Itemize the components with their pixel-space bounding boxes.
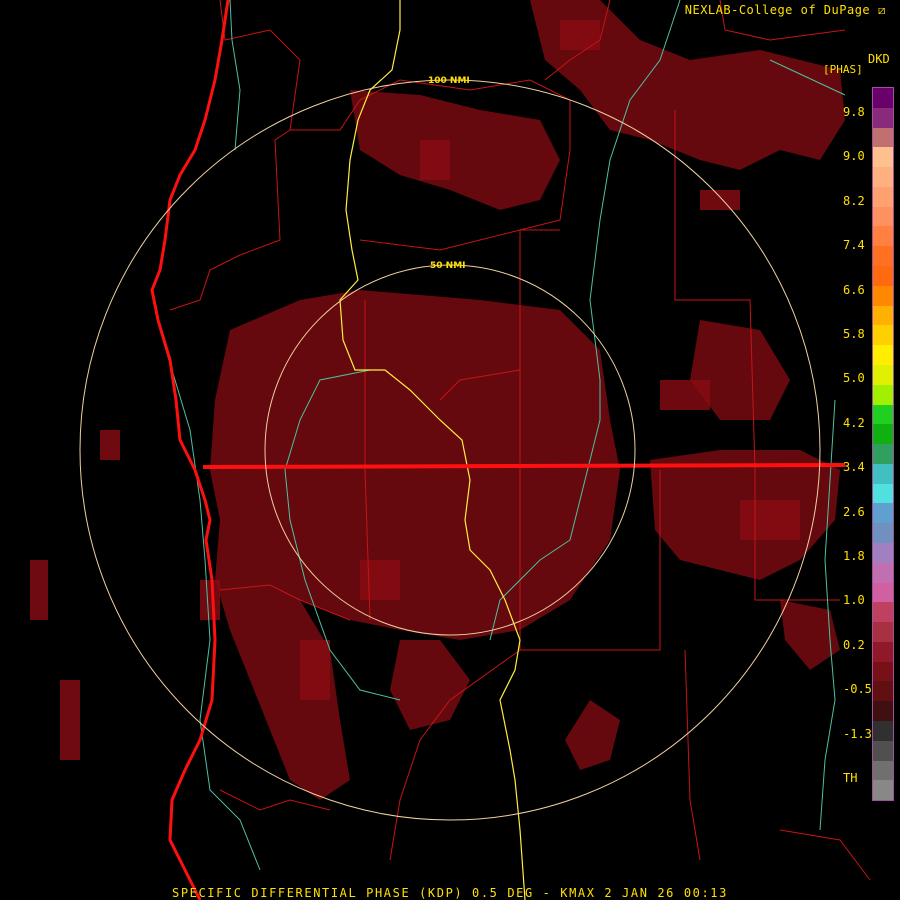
color-swatch — [873, 641, 893, 662]
color-scale-bar — [872, 87, 894, 801]
color-swatch — [873, 661, 893, 682]
sweep-artifact-line — [202, 463, 846, 469]
color-scale-tick-label: 5.8 — [843, 327, 865, 341]
color-scale-tick-label: -1.3 — [843, 726, 872, 741]
range-ring-50-label: 50 NMI — [430, 261, 466, 271]
color-swatch — [873, 463, 893, 484]
color-swatch — [873, 384, 893, 405]
radar-map: 50 NMI 100 NMI — [30, 0, 871, 900]
color-swatch — [873, 681, 893, 702]
color-swatch — [873, 88, 893, 108]
color-swatch — [873, 127, 893, 148]
color-swatch — [873, 167, 893, 187]
color-swatch — [873, 780, 893, 801]
color-scale-tick-label: 1.8 — [843, 549, 865, 563]
product-line: SPECIFIC DIFFERENTIAL PHASE (KDP) 0.5 DE… — [172, 886, 728, 900]
color-scale-tick-label: TH — [843, 771, 858, 785]
color-scale-tick-label: 5.0 — [843, 371, 865, 386]
color-swatch — [873, 760, 893, 781]
units-code: DKD — [868, 52, 890, 66]
range-ring-100-label: 100 NMI — [428, 76, 470, 86]
color-swatch — [873, 542, 893, 563]
color-swatch — [873, 285, 893, 306]
color-swatch — [873, 523, 893, 543]
credit-label: NEXLAB-College of DuPage ⧄ — [684, 3, 886, 17]
color-swatch — [873, 206, 893, 227]
color-scale-tick-label: 8.2 — [843, 193, 865, 208]
color-swatch — [873, 444, 893, 464]
color-scale-tick-label: 7.4 — [843, 238, 865, 253]
color-swatch — [873, 186, 893, 207]
color-swatch — [873, 325, 893, 346]
color-scale-tick-label: 0.2 — [843, 637, 865, 652]
color-scale-tick-label: 4.2 — [843, 415, 865, 430]
color-swatch — [873, 483, 893, 504]
color-swatch — [873, 345, 893, 365]
color-scale-tick-label: 6.6 — [843, 282, 865, 297]
color-swatch — [873, 404, 893, 425]
color-scale-tick-label: 3.4 — [843, 460, 865, 475]
color-swatch — [873, 107, 893, 128]
color-scale-tick-label: 9.0 — [843, 149, 865, 164]
color-swatch — [873, 622, 893, 642]
color-scale-tick-label: 9.8 — [843, 105, 865, 119]
color-scale-tick-label: 2.6 — [843, 504, 865, 519]
units-name: [PHAS] — [823, 63, 863, 76]
color-swatch — [873, 364, 893, 385]
color-swatch — [873, 503, 893, 524]
color-swatch — [873, 740, 893, 761]
color-swatch — [873, 226, 893, 247]
color-swatch — [873, 246, 893, 267]
color-swatch — [873, 721, 893, 741]
color-swatch — [873, 305, 893, 326]
color-swatch — [873, 266, 893, 286]
color-scale-tick-label: -0.5 — [843, 682, 872, 697]
color-swatch — [873, 424, 893, 445]
color-swatch — [873, 147, 893, 168]
color-swatch — [873, 562, 893, 583]
color-scale-tick-label: 1.0 — [843, 593, 865, 608]
color-swatch — [873, 582, 893, 603]
color-swatch — [873, 602, 893, 623]
color-swatch — [873, 701, 893, 721]
